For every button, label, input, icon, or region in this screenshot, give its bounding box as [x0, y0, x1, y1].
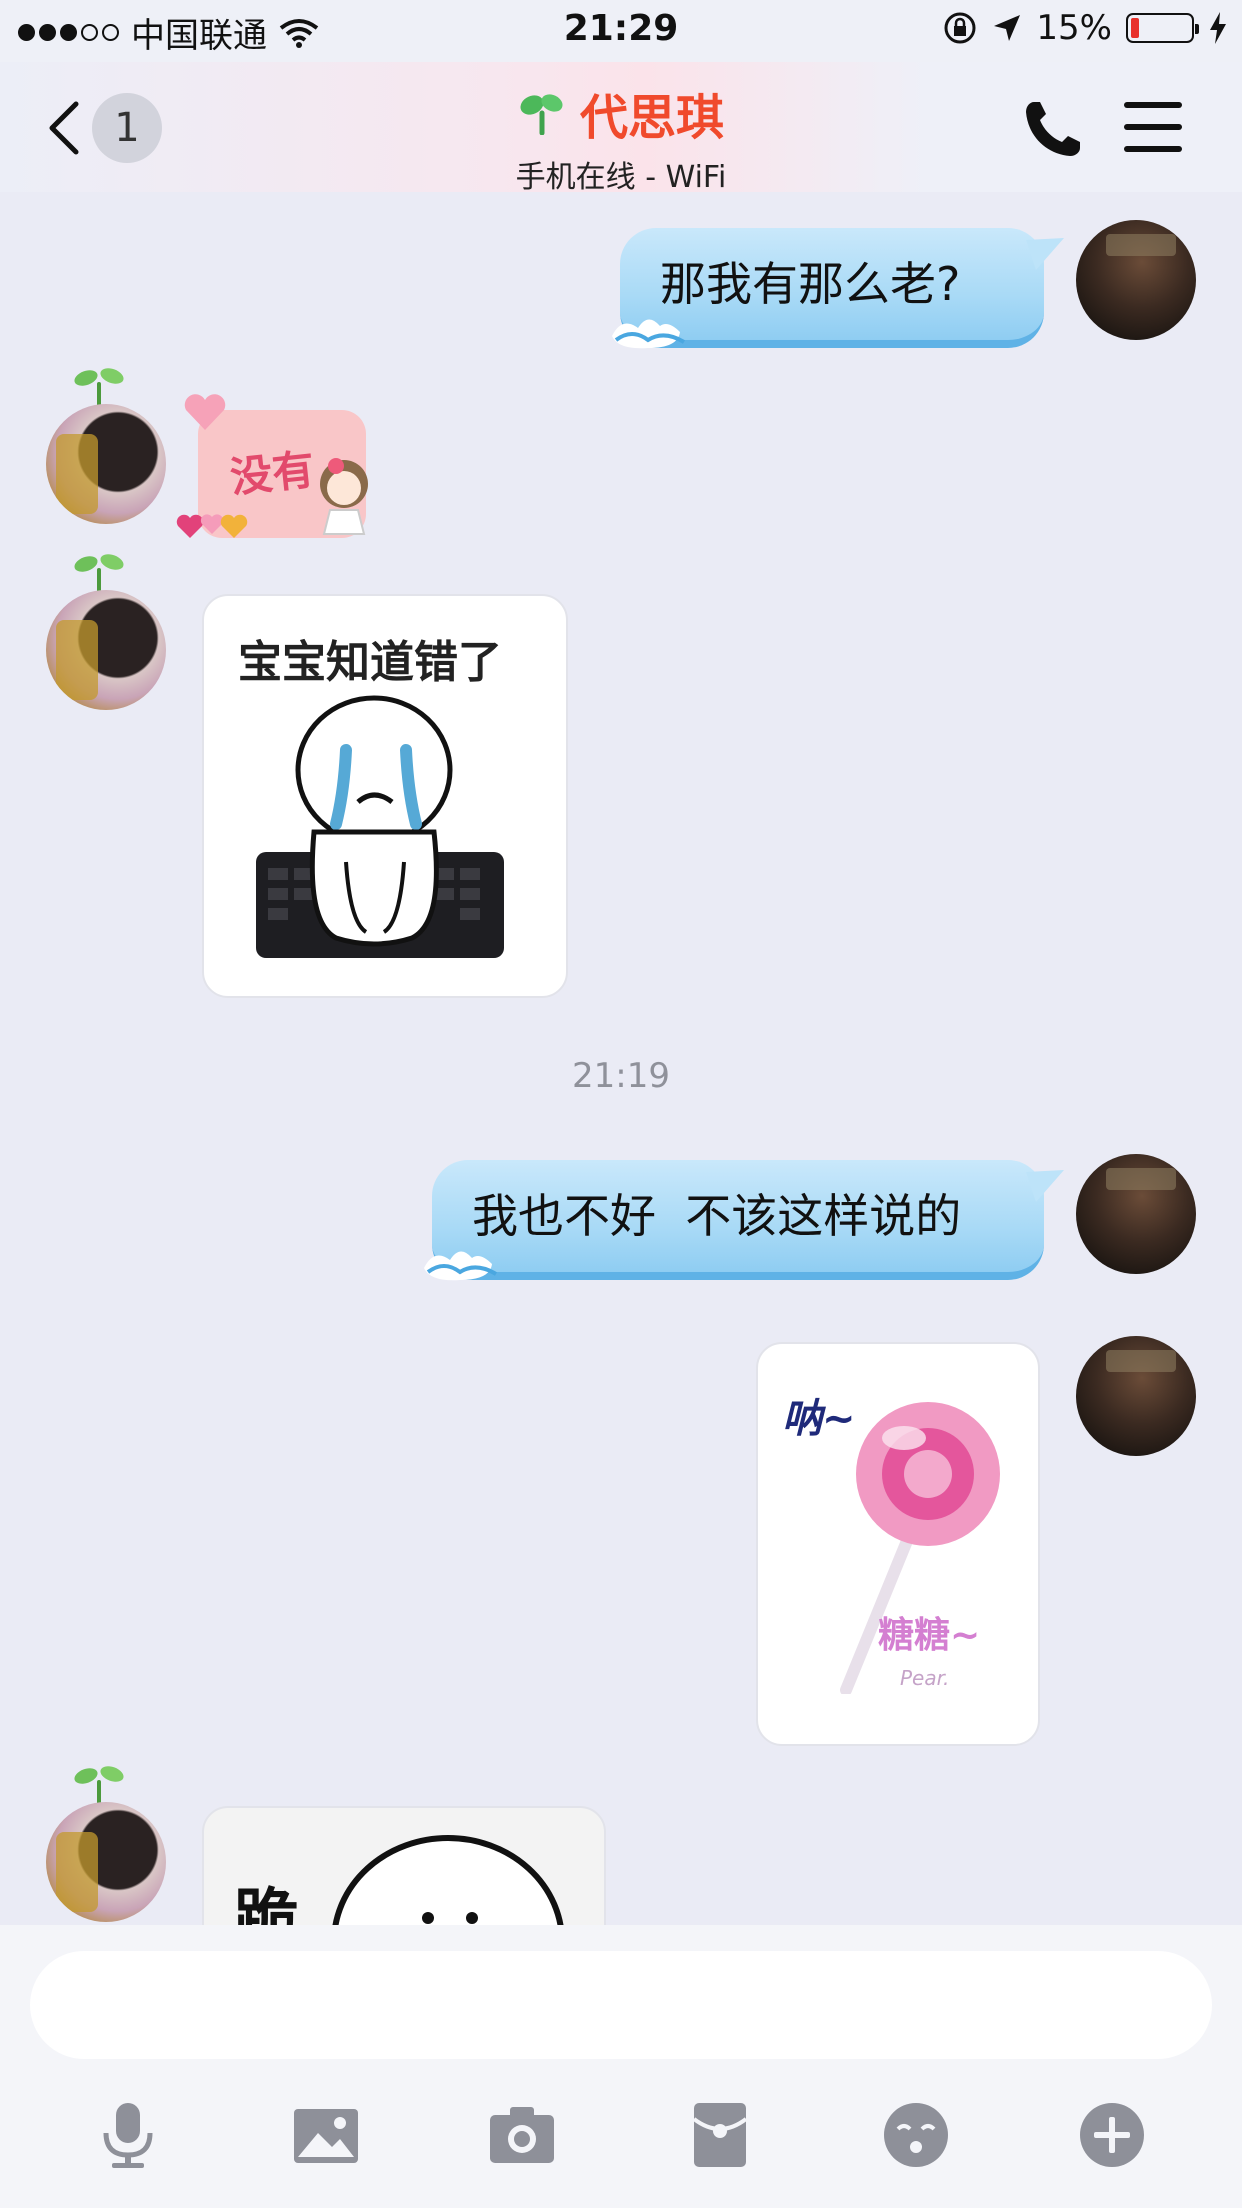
rotation-lock-icon: [944, 12, 976, 44]
composer: [0, 1925, 1242, 2208]
battery-percent: 15%: [1036, 8, 1112, 48]
sticker-kneel[interactable]: 跪: [202, 1806, 606, 1925]
my-message-bubble[interactable]: 那我有那么老?: [612, 228, 1064, 349]
camera-icon[interactable]: [486, 2099, 558, 2171]
my-avatar[interactable]: [1076, 1154, 1196, 1274]
sticker-caption-secondary: 糖糖~: [878, 1615, 981, 1656]
sticker-caption: 跪: [234, 1883, 298, 1925]
emoji-icon[interactable]: [880, 2099, 952, 2171]
image-icon[interactable]: [290, 2099, 362, 2171]
girl-doll-icon: [320, 458, 368, 535]
bubble-tail-icon: [1026, 1170, 1064, 1202]
round-face-icon: [332, 1835, 564, 1925]
location-arrow-icon: [994, 15, 1021, 41]
chat-header: 1 代思琪 手机在线 - WiFi: [0, 62, 1242, 195]
microphone-icon[interactable]: [92, 2099, 164, 2171]
contact-avatar[interactable]: [46, 590, 166, 710]
my-message-bubble[interactable]: 我也不好 不该这样说的: [424, 1160, 1064, 1281]
menu-icon[interactable]: [1124, 102, 1182, 152]
red-packet-icon[interactable]: [684, 2099, 756, 2171]
sprout-icon: [520, 94, 563, 135]
bubble-tail-icon: [1026, 238, 1064, 270]
sprout-icon: [74, 368, 124, 406]
composer-toolbar: [0, 2099, 1242, 2189]
hearts-cluster-icon: [176, 514, 248, 538]
sticker-caption: 没有: [227, 444, 317, 503]
sticker-lollipop[interactable]: 呐~ 糖糖~ Pear.: [756, 1342, 1040, 1746]
contact-name: 代思琪: [579, 90, 724, 146]
status-right: 15%: [942, 8, 1228, 48]
contact-avatar[interactable]: [46, 1802, 166, 1922]
sprout-icon: [74, 1766, 124, 1804]
message-text: 我也不好 不该这样说的: [472, 1189, 962, 1243]
sticker-signature: Pear.: [900, 1666, 950, 1690]
sprout-icon: [74, 554, 124, 592]
sticker-caption: 宝宝知道错了: [238, 637, 502, 688]
contact-avatar[interactable]: [46, 404, 166, 524]
message-text: 那我有那么老?: [660, 257, 961, 311]
sticker-sorry[interactable]: 宝宝知道错了: [202, 594, 568, 998]
crying-character-icon: [256, 695, 504, 958]
message-input[interactable]: [30, 1951, 1212, 2059]
charging-bolt-icon: [1210, 12, 1226, 44]
my-avatar[interactable]: [1076, 220, 1196, 340]
sticker-no[interactable]: 没有: [176, 394, 388, 554]
message-timestamp: 21:19: [572, 1056, 670, 1096]
plus-icon[interactable]: [1076, 2099, 1148, 2171]
message-list[interactable]: 那我有那么老? 没有 宝宝知道错了 21:19 我也不好 不该这样说的 呐~ 糖…: [0, 192, 1242, 1925]
status-bar: 中国联通 21:29 15%: [0, 0, 1242, 62]
phone-icon[interactable]: [1022, 98, 1084, 160]
wave-decoration-icon: [424, 1251, 498, 1281]
battery-icon: [1126, 13, 1199, 43]
my-avatar[interactable]: [1076, 1336, 1196, 1456]
heart-icon: [184, 394, 226, 430]
wave-decoration-icon: [612, 319, 686, 349]
